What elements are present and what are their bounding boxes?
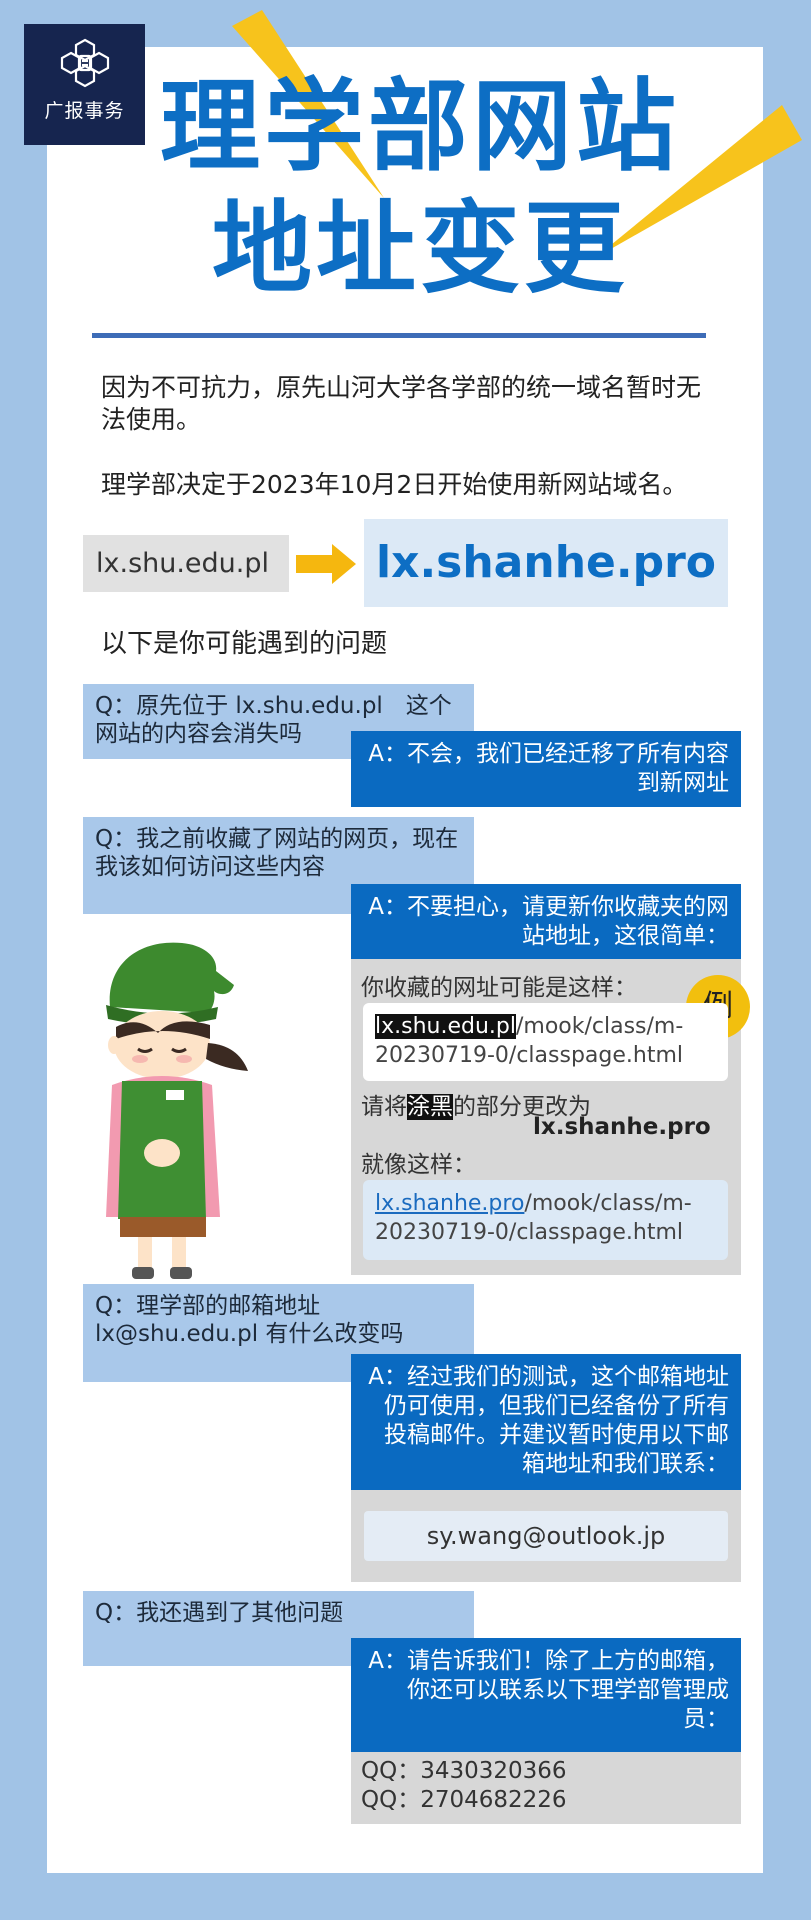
arrow-right-icon xyxy=(296,544,356,584)
example-intro: 你收藏的网址可能是这样： xyxy=(361,975,637,1001)
instr-blackout-word: 涂黑 xyxy=(407,1094,453,1120)
page-title-line1: 理学部网站 xyxy=(160,68,680,185)
faq-answer-2: A：不要担心，请更新你收藏夹的网站地址，这很简单： xyxy=(351,884,741,959)
example-like-label: 就像这样： xyxy=(361,1152,476,1178)
old-domain: lx.shu.edu.pl xyxy=(83,535,289,592)
title-divider xyxy=(92,333,706,338)
new-domain: lx.shanhe.pro xyxy=(364,519,728,607)
faq-answer-4: A：请告诉我们！除了上方的邮箱，你还可以联系以下理学部管理成员： xyxy=(351,1638,741,1752)
old-url-highlight: lx.shu.edu.pl xyxy=(375,1014,516,1039)
logo-text: 广报事务 xyxy=(44,100,125,122)
contact-email[interactable]: sy.wang@outlook.jp xyxy=(364,1511,728,1561)
hexagon-logo-icon xyxy=(60,38,109,88)
new-url-example: lx.shanhe.pro/mook/class/m-20230719-0/cl… xyxy=(363,1180,728,1260)
old-url-example: lx.shu.edu.pl/mook/class/m-20230719-0/cl… xyxy=(363,1003,728,1081)
qq-contact-1: QQ：3430320366 xyxy=(361,1758,567,1784)
faq-answer-1: A：不会，我们已经迁移了所有内容到新网址 xyxy=(351,731,741,807)
qq-contact-2: QQ：2704682226 xyxy=(361,1787,567,1813)
new-url-highlight: lx.shanhe.pro xyxy=(375,1191,525,1216)
faq-answer-3: A：经过我们的测试，这个邮箱地址仍可使用，但我们已经备份了所有投稿邮件。并建议暂… xyxy=(351,1354,741,1490)
instr-text-a: 请将 xyxy=(361,1094,407,1120)
bowing-staff-illustration xyxy=(106,942,248,1279)
logo-badge: 广报事务 xyxy=(24,24,145,145)
intro-paragraph-2: 理学部决定于2023年10月2日开始使用新网站域名。 xyxy=(101,470,688,499)
replace-target-domain: lx.shanhe.pro xyxy=(533,1114,711,1140)
page-title-line2: 地址变更 xyxy=(212,190,628,307)
intro-paragraph-1: 因为不可抗力，原先山河大学各学部的统一域名暂时无法使用。 xyxy=(101,373,702,434)
faq-heading: 以下是你可能遇到的问题 xyxy=(101,629,388,659)
